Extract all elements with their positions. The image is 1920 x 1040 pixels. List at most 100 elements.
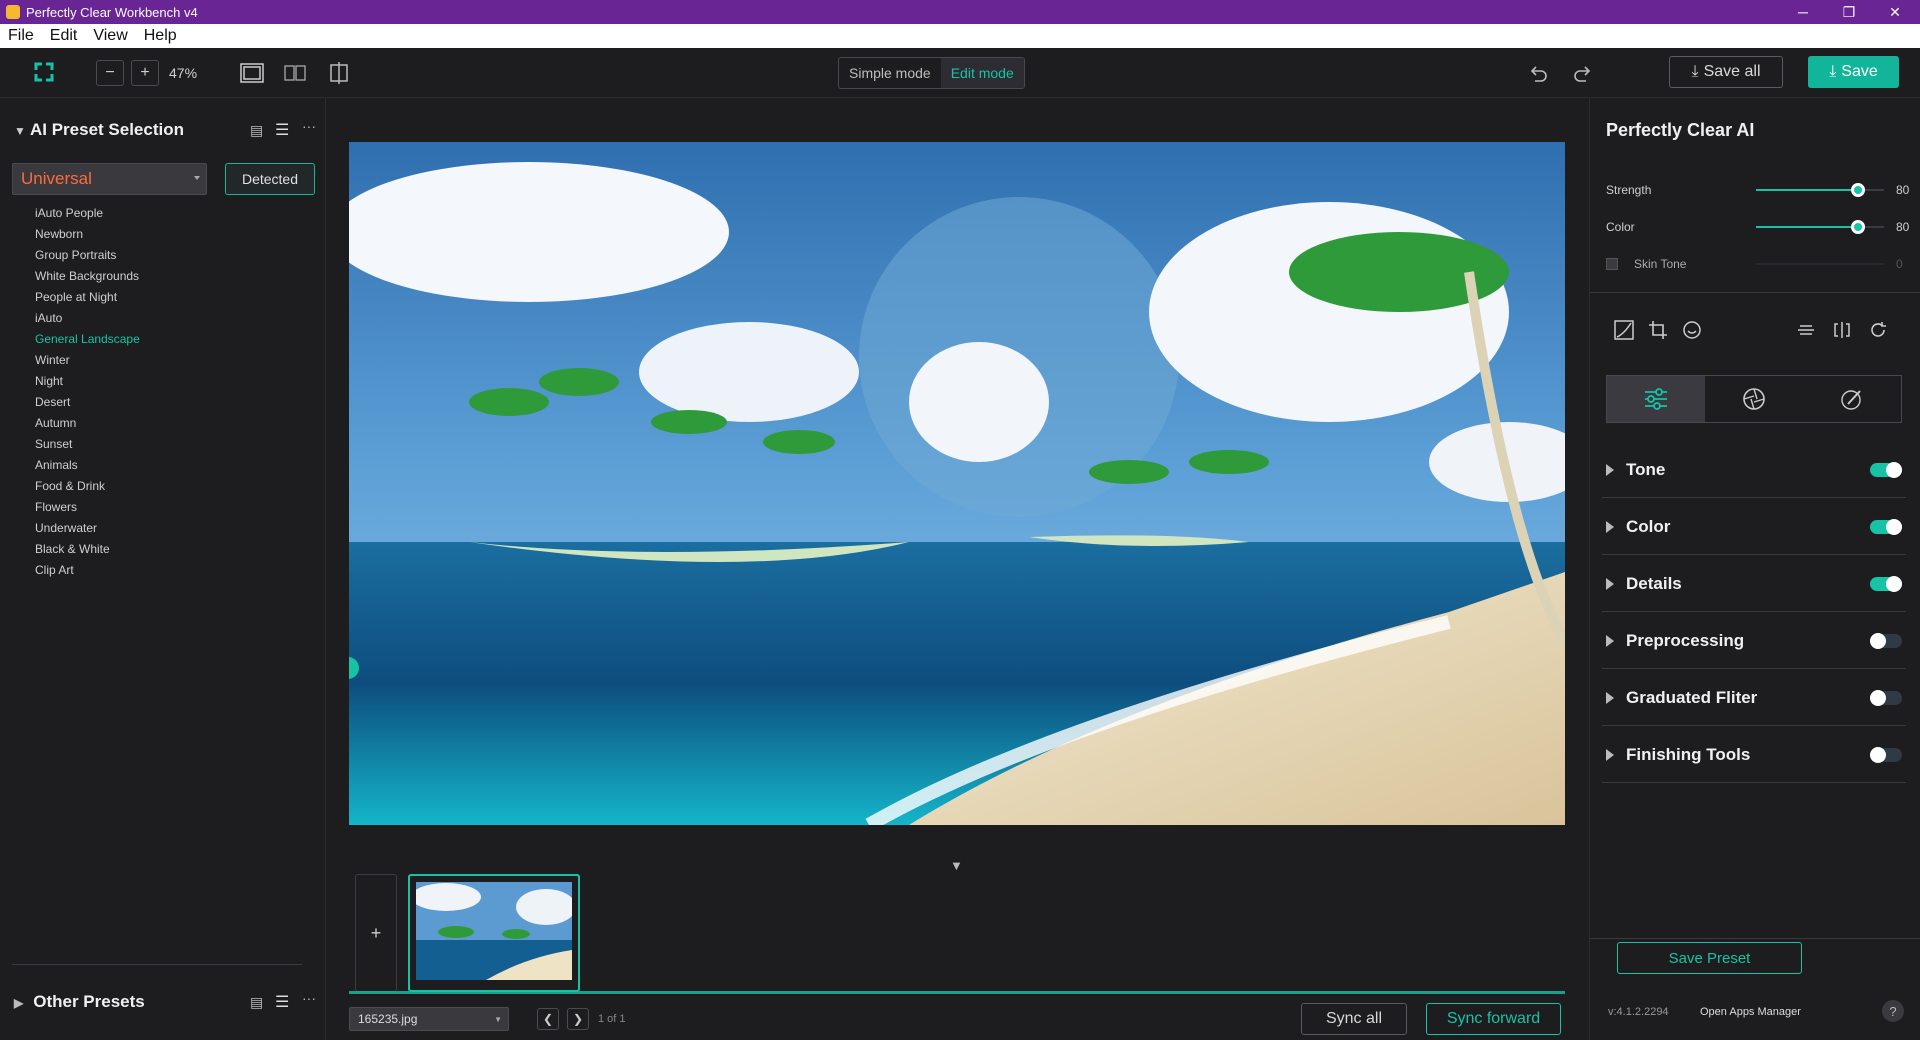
title-bar: Perfectly Clear Workbench v4 ─ ❐ ✕ bbox=[0, 0, 1920, 24]
file-select-value: 165235.jpg bbox=[358, 1012, 418, 1026]
preset-item[interactable]: Clip Art bbox=[35, 560, 140, 581]
more-options-icon[interactable]: ··· bbox=[302, 990, 316, 1006]
section-label: Finishing Tools bbox=[1626, 744, 1751, 764]
preset-item[interactable]: Sunset bbox=[35, 434, 140, 455]
open-apps-manager-link[interactable]: Open Apps Manager bbox=[1700, 1006, 1801, 1018]
filmstrip-scrollbar[interactable] bbox=[349, 991, 1565, 994]
preset-item[interactable]: White Backgrounds bbox=[35, 266, 140, 287]
preset-item[interactable]: People at Night bbox=[35, 287, 140, 308]
chevron-right-icon: ❯ bbox=[572, 1012, 584, 1026]
grid-view-icon[interactable]: ▤ bbox=[250, 122, 263, 139]
section-preprocessing[interactable]: Preprocessing bbox=[1602, 613, 1906, 669]
preset-item[interactable]: Underwater bbox=[35, 518, 140, 539]
preset-item[interactable]: Autumn bbox=[35, 413, 140, 434]
sliders-icon bbox=[1645, 388, 1667, 410]
section-graduated-fliter[interactable]: Graduated Fliter bbox=[1602, 670, 1906, 726]
zoom-in-button[interactable]: + bbox=[131, 60, 159, 86]
grid-view-icon[interactable]: ▤ bbox=[250, 994, 263, 1011]
color-label: Color bbox=[1606, 220, 1635, 234]
section-toggle[interactable] bbox=[1870, 689, 1902, 706]
section-color[interactable]: Color bbox=[1602, 499, 1906, 555]
preset-dropdown[interactable]: Universal bbox=[12, 163, 207, 195]
add-image-button[interactable]: + bbox=[355, 874, 397, 992]
adjustment-tabs bbox=[1606, 375, 1902, 423]
thumbnail[interactable] bbox=[408, 874, 580, 992]
section-toggle[interactable] bbox=[1870, 575, 1902, 592]
section-label: Color bbox=[1626, 516, 1671, 536]
help-icon[interactable]: ? bbox=[1882, 1000, 1904, 1022]
ai-preset-header[interactable]: ▼ AI Preset Selection bbox=[14, 120, 184, 140]
fit-screen-icon[interactable] bbox=[34, 62, 54, 82]
section-toggle[interactable] bbox=[1870, 518, 1902, 535]
preset-item[interactable]: General Landscape bbox=[35, 329, 140, 350]
menu-edit[interactable]: Edit bbox=[50, 27, 78, 45]
list-view-icon[interactable]: ☰ bbox=[275, 120, 289, 140]
sync-all-button[interactable]: Sync all bbox=[1301, 1003, 1407, 1035]
section-toggle[interactable] bbox=[1870, 632, 1902, 649]
section-toggle[interactable] bbox=[1870, 746, 1902, 763]
preset-item[interactable]: Desert bbox=[35, 392, 140, 413]
zoom-out-button[interactable]: − bbox=[96, 60, 124, 86]
next-image-button[interactable]: ❯ bbox=[567, 1008, 589, 1030]
tab-adjustments[interactable] bbox=[1607, 376, 1705, 422]
other-presets-header[interactable]: ▶ Other Presets bbox=[14, 992, 145, 1012]
simple-mode-button[interactable]: Simple mode bbox=[839, 58, 941, 88]
preset-item[interactable]: Winter bbox=[35, 350, 140, 371]
minimize-icon[interactable]: ─ bbox=[1780, 0, 1826, 24]
preset-item[interactable]: iAuto bbox=[35, 308, 140, 329]
detected-button[interactable]: Detected bbox=[225, 163, 315, 195]
tab-looks[interactable] bbox=[1705, 376, 1803, 422]
face-icon[interactable] bbox=[1682, 320, 1702, 340]
strength-label: Strength bbox=[1606, 183, 1652, 197]
tab-retouch[interactable] bbox=[1803, 376, 1901, 422]
download-icon: ⤓ bbox=[1691, 63, 1699, 80]
main-photo[interactable] bbox=[349, 142, 1565, 825]
preset-item[interactable]: Animals bbox=[35, 455, 140, 476]
preset-item[interactable]: Black & White bbox=[35, 539, 140, 560]
section-details[interactable]: Details bbox=[1602, 556, 1906, 612]
undo-icon[interactable] bbox=[1528, 63, 1548, 83]
save-button[interactable]: ⤓ Save bbox=[1808, 56, 1899, 88]
curves-icon[interactable] bbox=[1614, 320, 1634, 340]
strength-knob[interactable] bbox=[1851, 183, 1866, 197]
section-toggle[interactable] bbox=[1870, 461, 1902, 478]
menu-help[interactable]: Help bbox=[144, 27, 177, 45]
edit-mode-button[interactable]: Edit mode bbox=[940, 58, 1024, 88]
crop-icon[interactable] bbox=[1648, 320, 1668, 340]
preset-item[interactable]: Group Portraits bbox=[35, 245, 140, 266]
split-view-icon[interactable] bbox=[328, 62, 350, 84]
section-label: Graduated Fliter bbox=[1626, 687, 1758, 707]
ai-preset-title: AI Preset Selection bbox=[29, 120, 184, 139]
rotate-icon[interactable] bbox=[1868, 320, 1888, 340]
restore-icon[interactable]: ❐ bbox=[1826, 0, 1872, 24]
list-view-icon[interactable]: ☰ bbox=[275, 992, 289, 1012]
side-by-side-icon[interactable] bbox=[284, 64, 306, 82]
file-select[interactable]: 165235.jpg ▼ bbox=[349, 1007, 509, 1031]
color-slider[interactable] bbox=[1756, 220, 1884, 234]
save-all-button[interactable]: ⤓ Save all bbox=[1669, 56, 1783, 88]
toggle-knob bbox=[1886, 461, 1902, 478]
flip-horizontal-icon[interactable] bbox=[1832, 320, 1852, 340]
preset-item[interactable]: Night bbox=[35, 371, 140, 392]
section-tone[interactable]: Tone bbox=[1602, 442, 1906, 498]
flip-vertical-icon[interactable] bbox=[1796, 320, 1816, 340]
strength-slider[interactable] bbox=[1756, 183, 1884, 197]
save-preset-button[interactable]: Save Preset bbox=[1617, 942, 1802, 974]
color-knob[interactable] bbox=[1851, 220, 1866, 234]
single-view-icon[interactable] bbox=[240, 63, 264, 83]
preset-item[interactable]: Newborn bbox=[35, 224, 140, 245]
prev-image-button[interactable]: ❮ bbox=[537, 1008, 559, 1030]
close-icon[interactable]: ✕ bbox=[1872, 0, 1918, 24]
section-finishing-tools[interactable]: Finishing Tools bbox=[1602, 727, 1906, 783]
redo-icon[interactable] bbox=[1573, 63, 1593, 83]
adjustments-panel: Perfectly Clear AI Strength 80 Color 80 … bbox=[1589, 98, 1920, 1040]
sync-forward-button[interactable]: Sync forward bbox=[1426, 1003, 1561, 1035]
menu-file[interactable]: File bbox=[8, 27, 34, 45]
skin-tone-checkbox[interactable] bbox=[1606, 258, 1618, 270]
more-options-icon[interactable]: ··· bbox=[302, 118, 316, 134]
preset-item[interactable]: iAuto People bbox=[35, 203, 140, 224]
preset-item[interactable]: Flowers bbox=[35, 497, 140, 518]
collapse-filmstrip-icon[interactable]: ▼ bbox=[950, 858, 963, 873]
preset-item[interactable]: Food & Drink bbox=[35, 476, 140, 497]
menu-view[interactable]: View bbox=[93, 27, 127, 45]
